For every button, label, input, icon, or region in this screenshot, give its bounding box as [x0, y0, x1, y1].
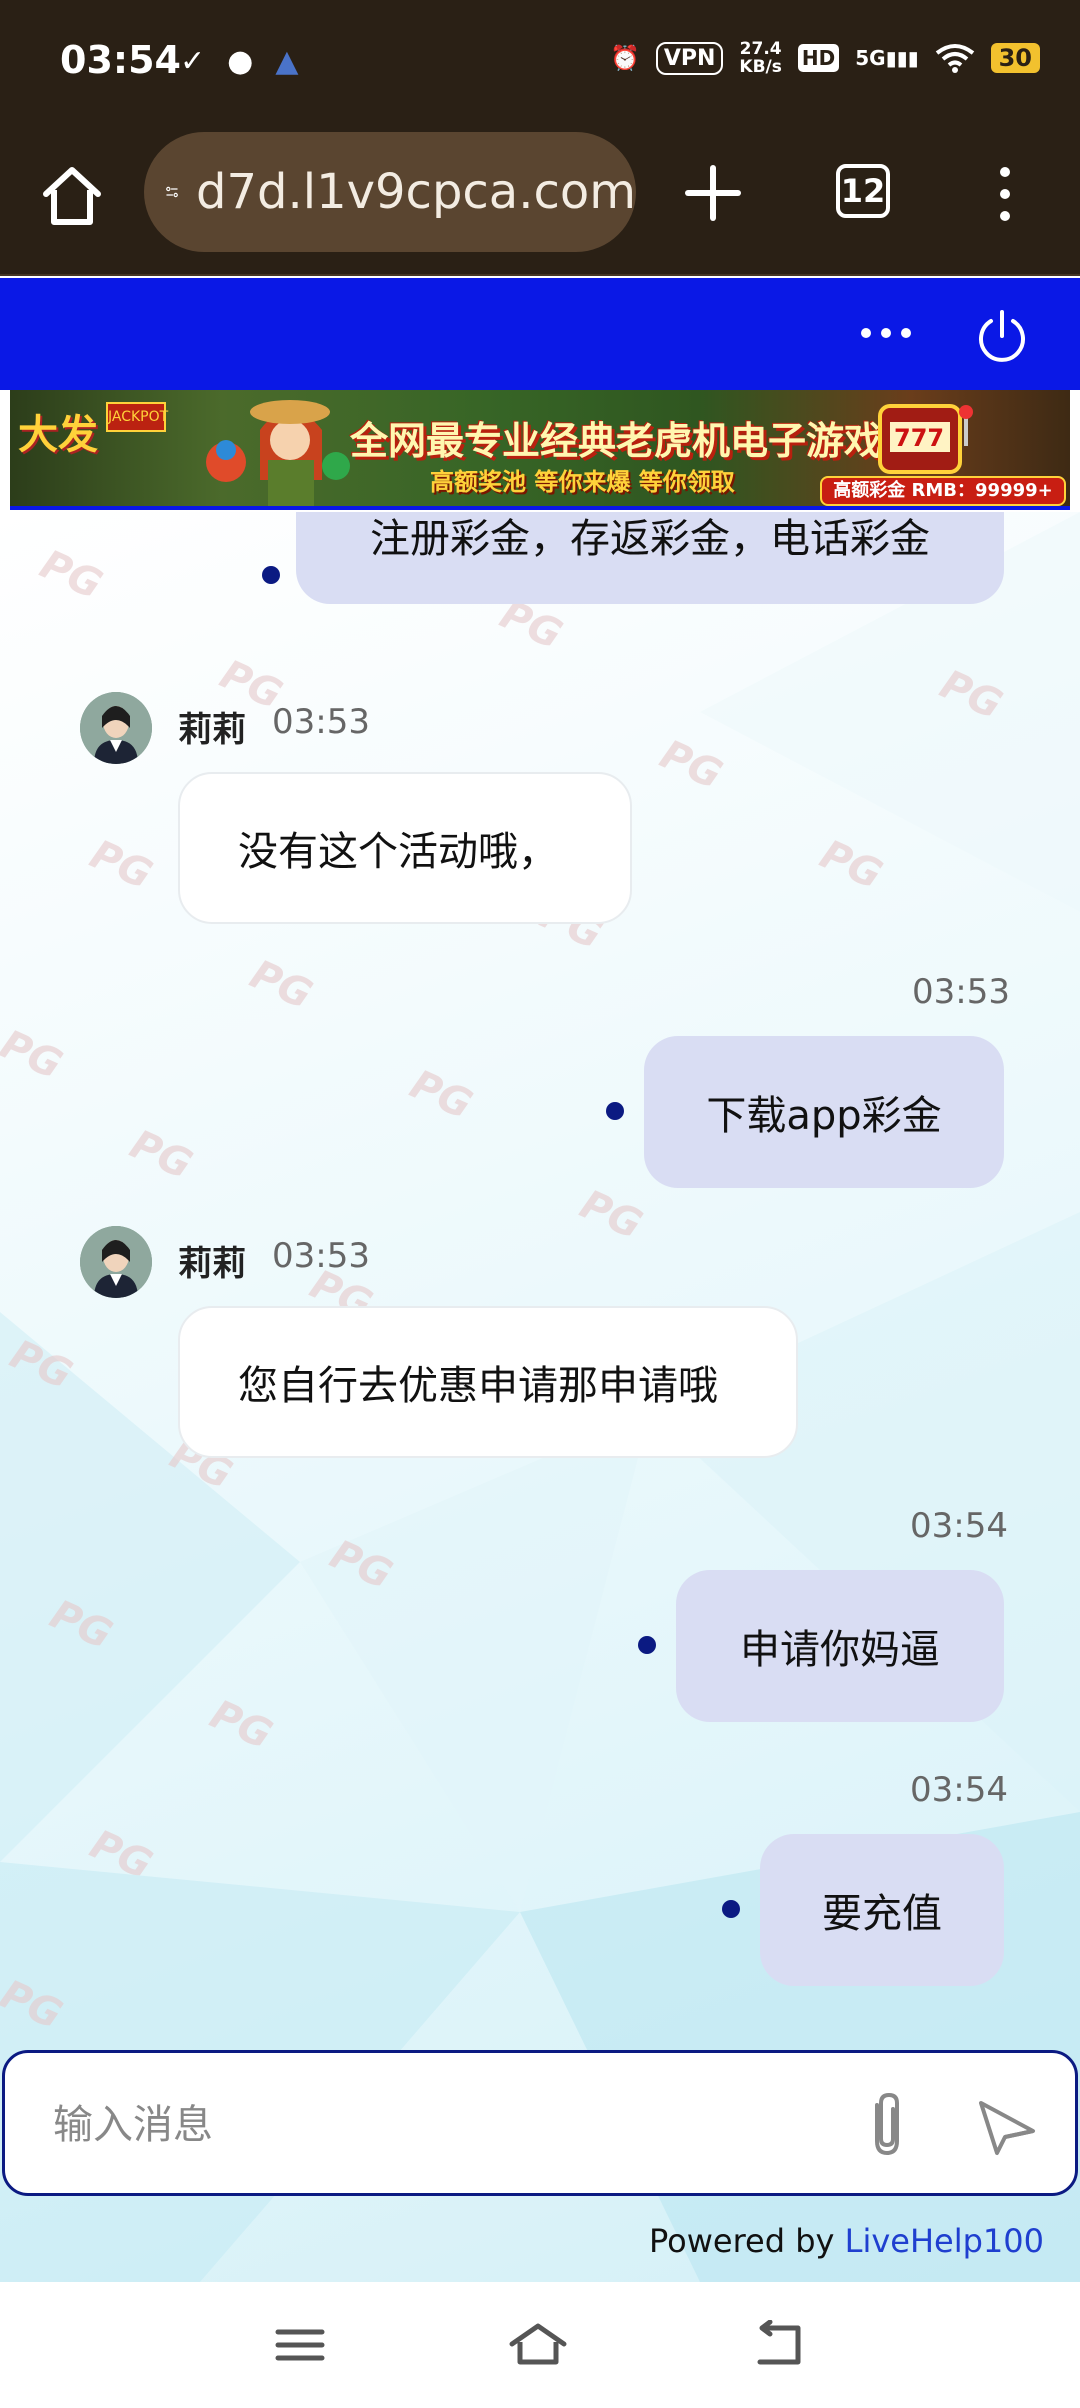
banner-character-image: [206, 400, 350, 506]
agent-avatar-image: [80, 692, 152, 764]
paperclip-icon[interactable]: [857, 2091, 917, 2161]
banner-subtitle: 高额奖池 等你来爆 等你领取: [430, 468, 735, 496]
tune-icon[interactable]: [166, 169, 178, 215]
message-bubble-outgoing: 要充值: [760, 1834, 1004, 1986]
message-time: 03:54: [910, 1770, 1008, 1810]
message-time: 03:53: [272, 702, 370, 742]
alarm-icon: ⏰: [609, 44, 640, 72]
sender-name: 莉莉: [178, 710, 246, 750]
avatar: [80, 692, 152, 764]
power-icon[interactable]: [974, 308, 1030, 364]
message-text: 申请你妈逼: [740, 1627, 940, 1673]
address-bar[interactable]: d7d.l1v9cpca.com: [144, 132, 636, 252]
more-vert-icon[interactable]: [990, 164, 1020, 224]
more-horiz-icon[interactable]: [856, 318, 916, 348]
plus-icon[interactable]: [678, 158, 748, 228]
nav-home-icon[interactable]: [508, 2320, 568, 2370]
message-bubble-outgoing: 下载app彩金: [644, 1036, 1004, 1188]
banner-jackpot-badge: JACKPOT: [106, 402, 168, 432]
message-time: 03:53: [272, 1236, 370, 1276]
powered-by: Powered by LiveHelp100: [648, 2222, 1044, 2260]
message-status-dot: [606, 1102, 624, 1120]
status-bar: 03:54 ✓ ● ▲ ⏰ VPN 27.4 KB/s HD 5G▮▮▮ 30: [0, 0, 1080, 128]
message-status-dot: [262, 566, 280, 584]
chat-icon: ●: [227, 44, 254, 79]
message-status-dot: [722, 1900, 740, 1918]
network-speed: 27.4 KB/s: [739, 39, 782, 77]
message-text: 要充值: [822, 1891, 942, 1937]
banner-logo: 大发: [18, 411, 98, 458]
notification-icons: ✓ ● ▲: [180, 44, 298, 79]
agent-avatar-image: [80, 1226, 152, 1298]
message-bubble-outgoing: 注册彩金，存返彩金，电话彩金: [296, 512, 1004, 604]
url-text: d7d.l1v9cpca.com: [196, 164, 636, 220]
svg-text:777: 777: [894, 424, 944, 452]
message-bubble-incoming: 没有这个活动哦，: [178, 772, 632, 924]
download-done-icon: ✓: [180, 44, 206, 79]
signal-icon: 5G▮▮▮: [855, 46, 919, 70]
message-input[interactable]: [53, 2089, 813, 2161]
message-bubble-incoming: 您自行去优惠申请那申请哦: [178, 1306, 798, 1458]
message-composer: [2, 2050, 1078, 2196]
back-icon[interactable]: [750, 2320, 810, 2370]
wifi-icon: [935, 44, 974, 73]
message-status-dot: [638, 1636, 656, 1654]
chat-area[interactable]: PG PG PG PG PG PG PG PG PG PG PG PG PG P…: [0, 512, 1080, 2282]
hd-badge: HD: [797, 44, 840, 72]
system-nav-bar: [0, 2282, 1080, 2408]
slot-machine-image: 777: [878, 404, 973, 474]
promo-banner[interactable]: 大发 JACKPOT 全网最专业经典老虎机电子游戏 高额奖池 等你来爆 等你领取…: [10, 390, 1070, 510]
message-text: 下载app彩金: [706, 1093, 942, 1139]
status-time: 03:54: [60, 38, 181, 82]
message-time: 03:53: [912, 972, 1010, 1012]
message-text: 您自行去优惠申请那申请哦: [238, 1363, 718, 1409]
chat-header: [0, 278, 1080, 390]
message-text: 没有这个活动哦，: [238, 829, 558, 875]
banner-title: 全网最专业经典老虎机电子游戏: [350, 419, 883, 463]
battery-indicator: 30: [990, 43, 1040, 73]
browser-toolbar: d7d.l1v9cpca.com 12: [0, 128, 1080, 276]
message-bubble-outgoing: 申请你妈逼: [676, 1570, 1004, 1722]
avatar: [80, 1226, 152, 1298]
status-right: ⏰ VPN 27.4 KB/s HD 5G▮▮▮ 30: [610, 40, 1040, 76]
banner-prize: 高额彩金 RMB：99999+: [820, 476, 1066, 506]
vpn-badge: VPN: [655, 41, 724, 75]
recents-menu-icon[interactable]: [270, 2320, 330, 2370]
sender-name: 莉莉: [178, 1244, 246, 1284]
home-icon[interactable]: [38, 162, 106, 230]
app-cat-icon: ▲: [275, 44, 299, 79]
message-time: 03:54: [910, 1506, 1008, 1546]
livehelp-link[interactable]: LiveHelp100: [845, 2222, 1044, 2260]
send-icon[interactable]: [975, 2097, 1039, 2157]
message-text: 注册彩金，存返彩金，电话彩金: [370, 516, 930, 562]
tabs-icon[interactable]: 12: [836, 164, 890, 218]
